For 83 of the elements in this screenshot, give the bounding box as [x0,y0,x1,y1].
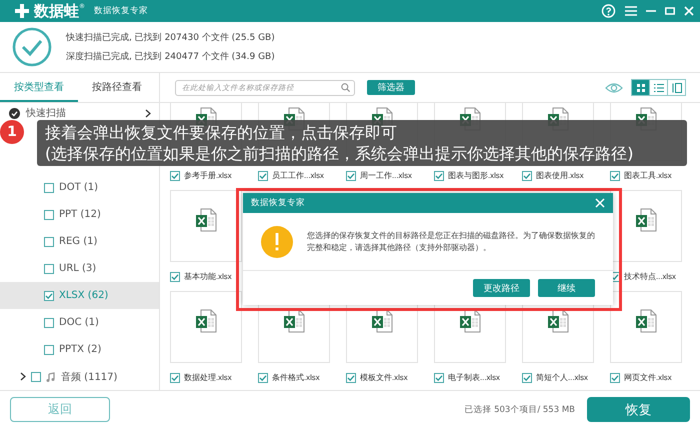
spreadsheet-file-icon [459,309,481,333]
category-row[interactable]: REG (1) [0,228,159,255]
checkbox[interactable] [44,344,54,354]
app-subtitle: 数据恢复专家 [94,5,148,17]
category-label: URL (3) [59,263,96,274]
category-row[interactable]: PPTX (2) [0,336,159,363]
step-number-badge: 1 [0,120,24,144]
spreadsheet-file-icon [195,309,217,333]
checkbox[interactable] [258,170,268,180]
columns-view-icon [672,82,682,92]
scan-result-text: 快速扫描已完成, 已找到 207430 个文件 (25.5 GB) [66,32,275,44]
close-icon[interactable] [684,6,694,16]
close-icon[interactable] [595,198,605,208]
spreadsheet-file-icon [635,309,657,333]
view-tab[interactable]: 按路径查看 [78,73,156,102]
recover-button[interactable]: 恢复 [587,397,690,422]
logo-icon [14,3,30,19]
spreadsheet-file-icon [195,208,217,232]
category-label: REG (1) [59,236,98,247]
spreadsheet-file-icon [371,309,393,333]
grid-view-icon [636,82,646,92]
category-row[interactable]: URL (3) [0,255,159,282]
category-label: PPTX (2) [59,344,102,355]
file-thumbnail[interactable] [610,291,682,363]
category-label: DOC (1) [59,317,99,328]
file-thumbnail[interactable] [170,190,242,262]
category-row[interactable]: 音频 (1117) [0,363,159,390]
checkbox[interactable] [44,236,54,246]
spreadsheet-file-icon [635,208,657,232]
dialog-button[interactable]: 继续 [538,279,595,297]
music-note-icon [46,372,56,382]
list-view-icon [654,82,664,92]
view-mode-button[interactable] [632,80,649,95]
checkbox[interactable] [258,372,268,382]
category-label: PPT (12) [59,209,101,220]
checkbox[interactable] [434,170,444,180]
menu-icon[interactable] [625,5,637,17]
chevron-right-icon [145,108,151,118]
checkbox[interactable] [522,170,532,180]
checkbox[interactable] [346,372,356,382]
checkbox[interactable] [170,372,180,382]
checkmark-circle-icon [12,27,52,67]
checkbox[interactable] [44,210,54,220]
checkbox[interactable] [44,318,54,328]
spreadsheet-file-icon [547,309,569,333]
checkbox[interactable] [522,372,532,382]
checkbox[interactable] [434,372,444,382]
checkbox[interactable] [44,182,54,192]
category-row[interactable]: PPT (12) [0,201,159,228]
checkbox[interactable] [31,372,41,382]
dialog-button[interactable]: 更改路径 [473,279,530,297]
view-mode-button[interactable] [649,80,667,95]
category-label: XLSX (62) [59,290,108,301]
dialog-title: 数据恢复专家 [251,197,306,209]
checkbox[interactable] [44,290,54,300]
view-tab[interactable]: 按类型查看 [0,73,78,102]
scan-item[interactable]: 快速扫描 [26,106,145,120]
selection-summary: 已选择 503个项目/ 553 MB [464,404,575,416]
checkbox[interactable] [44,264,54,274]
category-row[interactable]: DOC (1) [0,309,159,336]
search-icon [341,83,350,92]
category-row[interactable]: DOT (1) [0,174,159,201]
guide-text: (选择保存的位置如果是你之前扫描的路径，系统会弹出提示你选择其他的保存路径) [45,143,634,164]
checkmark-circle-icon [9,108,20,118]
checkbox[interactable] [170,170,180,180]
view-mode-button[interactable] [667,80,685,95]
help-icon[interactable] [601,4,616,18]
app-logo: 数据蛙 [34,4,79,18]
checkbox[interactable] [610,372,620,382]
spreadsheet-file-icon [283,309,305,333]
guide-text: 接着会弹出恢复文件要保存的位置，点击保存即可 [45,122,398,143]
maximize-icon[interactable] [665,5,675,17]
category-label: DOT (1) [59,182,98,193]
checkbox[interactable] [610,170,620,180]
file-thumbnail[interactable] [170,291,242,363]
eye-icon[interactable] [605,82,623,94]
checkbox[interactable] [170,272,180,282]
scan-result-text: 深度扫描已完成, 已找到 240477 个文件 (34.9 GB) [66,50,275,63]
warning-icon [261,226,293,258]
checkbox[interactable] [346,170,356,180]
filter-button[interactable]: 筛选器 [367,80,415,95]
category-label: 音频 (1117) [61,370,118,384]
chevron-right-icon [20,372,26,381]
